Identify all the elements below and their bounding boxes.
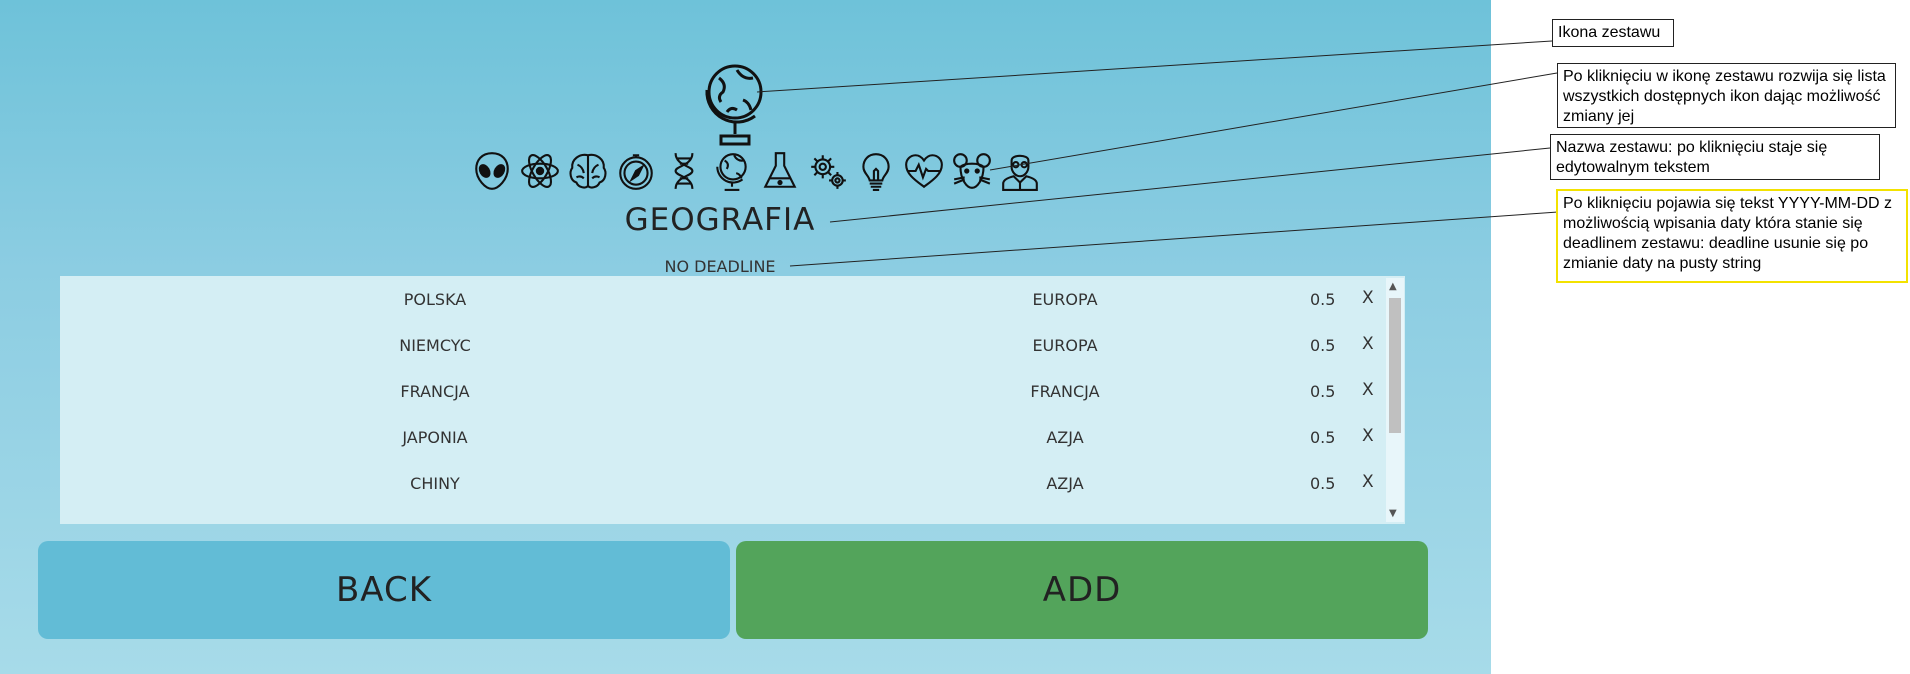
entry-question[interactable]: CHINY [300, 474, 570, 493]
entry-question[interactable]: POLSKA [300, 290, 570, 309]
entry-answer[interactable]: AZJA [930, 474, 1200, 493]
table-row: JAPONIA AZJA 0.5 X [60, 414, 1385, 460]
entry-answer[interactable]: EUROPA [930, 336, 1200, 355]
alien-icon[interactable] [470, 147, 514, 195]
annotation-set-icon: Ikona zestawu [1552, 19, 1674, 47]
scroll-up-icon[interactable]: ▲ [1389, 281, 1397, 292]
brain-icon[interactable] [566, 147, 610, 195]
entry-answer[interactable]: AZJA [930, 428, 1200, 447]
entry-weight[interactable]: 0.5 [1310, 382, 1335, 401]
gears-icon[interactable] [806, 147, 850, 195]
compass-icon[interactable] [614, 147, 658, 195]
icon-picker [470, 146, 1042, 196]
back-button[interactable]: BACK [38, 541, 730, 639]
annotation-deadline: Po kliknięciu pojawia się tekst YYYY-MM-… [1556, 189, 1908, 283]
globe-icon[interactable] [710, 147, 754, 195]
entry-answer[interactable]: EUROPA [930, 290, 1200, 309]
set-name[interactable]: GEOGRAFIA [560, 202, 880, 238]
heartbeat-icon[interactable] [902, 147, 946, 195]
entry-answer[interactable]: FRANCJA [930, 382, 1200, 401]
remove-entry-button[interactable]: X [1362, 334, 1374, 354]
scrollbar-thumb[interactable] [1389, 298, 1401, 433]
table-row: FRANCJA FRANCJA 0.5 X [60, 368, 1385, 414]
add-button[interactable]: ADD [736, 541, 1428, 639]
scientist-icon[interactable] [998, 147, 1042, 195]
list-scrollbar[interactable]: ▲ ▼ [1386, 278, 1404, 522]
entries-list[interactable]: POLSKA EUROPA 0.5 X NIEMCYC EUROPA 0.5 X… [60, 276, 1405, 524]
remove-entry-button[interactable]: X [1362, 288, 1374, 308]
set-deadline[interactable]: NO DEADLINE [630, 257, 810, 276]
scroll-down-icon[interactable]: ▼ [1389, 508, 1397, 519]
entry-weight[interactable]: 0.5 [1310, 428, 1335, 447]
dna-icon[interactable] [662, 147, 706, 195]
globe-icon[interactable] [699, 60, 769, 148]
table-row: CHINY AZJA 0.5 X [60, 460, 1385, 506]
mouse-icon[interactable] [950, 147, 994, 195]
entry-weight[interactable]: 0.5 [1310, 336, 1335, 355]
remove-entry-button[interactable]: X [1362, 426, 1374, 446]
set-editor-screen: GEOGRAFIA NO DEADLINE POLSKA EUROPA 0.5 … [0, 0, 1491, 674]
entry-question[interactable]: NIEMCYC [300, 336, 570, 355]
flask-icon[interactable] [758, 147, 802, 195]
atom-icon[interactable] [518, 147, 562, 195]
table-row: POLSKA EUROPA 0.5 X [60, 276, 1385, 322]
lightbulb-icon[interactable] [854, 147, 898, 195]
remove-entry-button[interactable]: X [1362, 380, 1374, 400]
annotation-set-name: Nazwa zestawu: po kliknięciu staje się e… [1550, 134, 1880, 180]
entry-weight[interactable]: 0.5 [1310, 290, 1335, 309]
entry-question[interactable]: FRANCJA [300, 382, 570, 401]
annotation-icon-list: Po kliknięciu w ikonę zestawu rozwija si… [1557, 63, 1896, 128]
table-row: NIEMCYC EUROPA 0.5 X [60, 322, 1385, 368]
entry-question[interactable]: JAPONIA [300, 428, 570, 447]
remove-entry-button[interactable]: X [1362, 472, 1374, 492]
entry-weight[interactable]: 0.5 [1310, 474, 1335, 493]
